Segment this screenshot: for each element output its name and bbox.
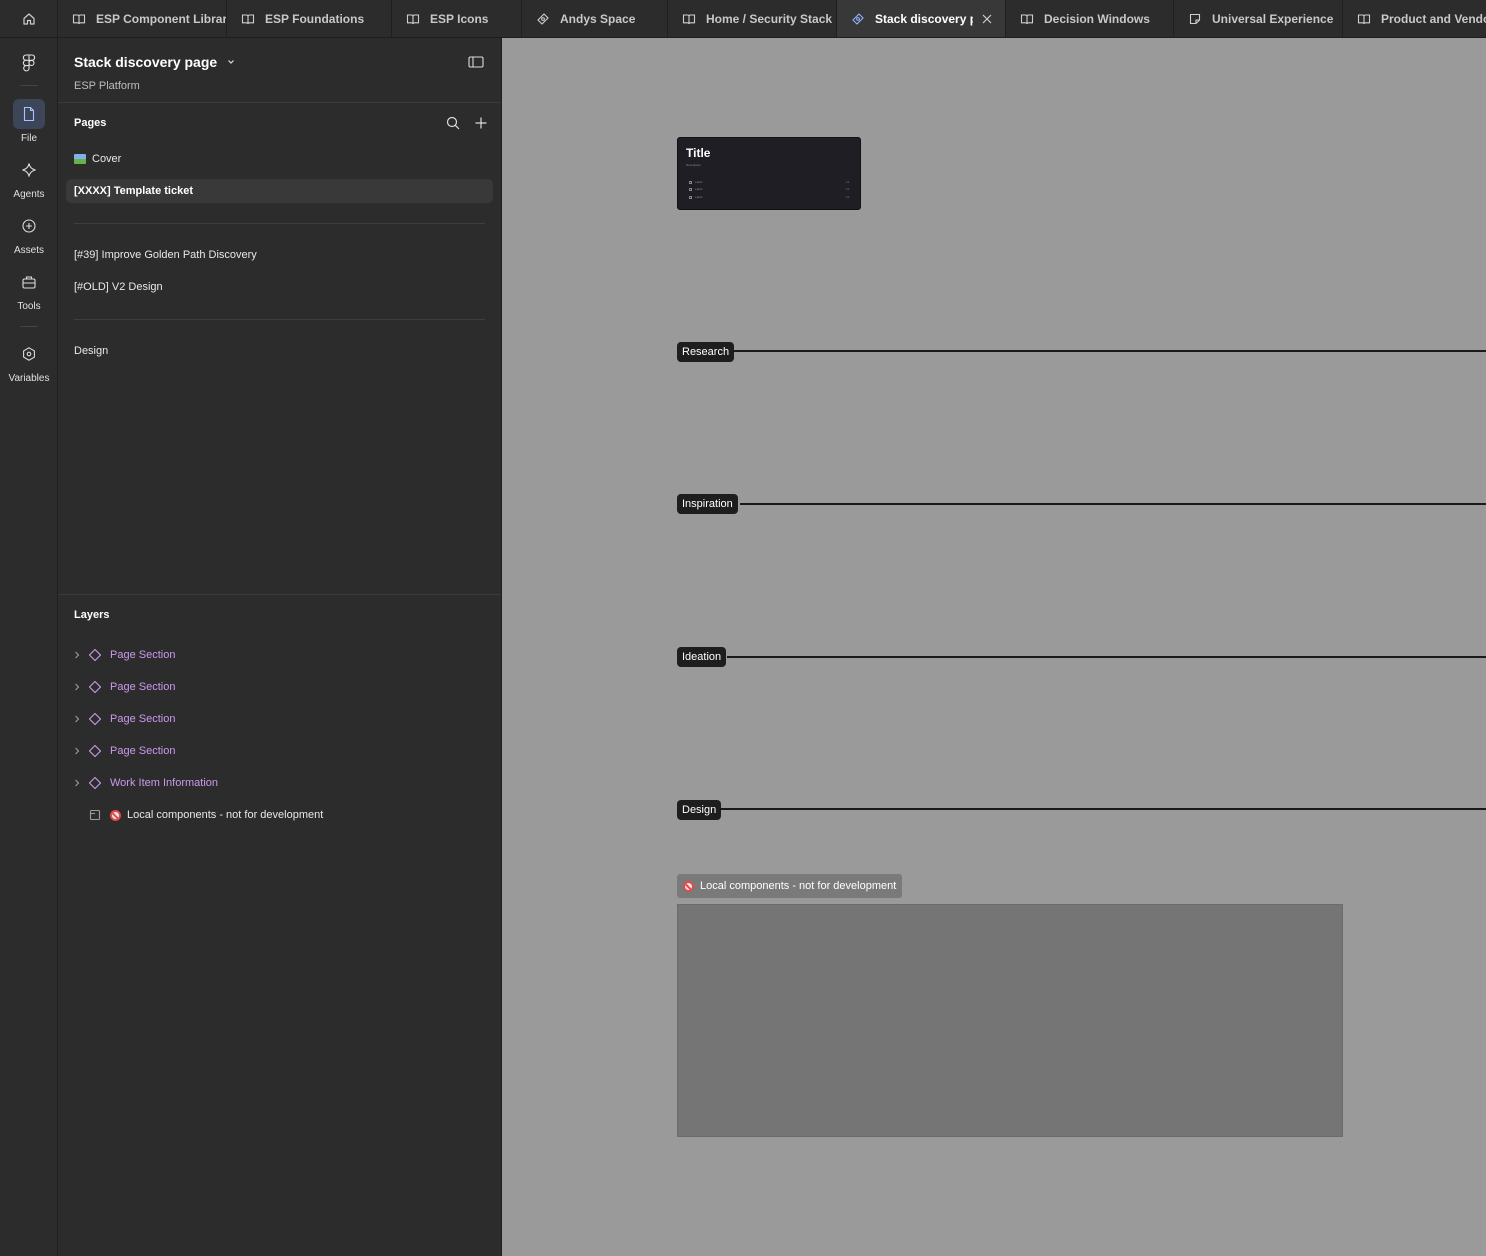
page-item-cover[interactable]: Cover xyxy=(66,147,493,171)
sparkle-icon xyxy=(13,155,45,185)
checkbox-icon xyxy=(689,181,692,184)
chevron-right-icon[interactable] xyxy=(74,747,82,755)
chevron-right-icon[interactable] xyxy=(74,715,82,723)
layer-page-section[interactable]: Page Section xyxy=(74,709,175,729)
checkbox-icon xyxy=(689,188,692,191)
component-instance-icon xyxy=(88,648,102,662)
book-icon xyxy=(1020,12,1034,26)
page-item-template-ticket[interactable]: [XXXX] Template ticket xyxy=(66,179,493,203)
layer-page-section[interactable]: Page Section xyxy=(74,645,175,665)
book-icon xyxy=(406,12,420,26)
assets-icon xyxy=(13,211,45,241)
layer-work-item-information[interactable]: Work Item Information xyxy=(74,773,218,793)
panel-divider xyxy=(58,102,501,103)
rail-agents[interactable]: Agents xyxy=(0,155,58,200)
rail-divider xyxy=(20,85,38,86)
component-instance-icon xyxy=(88,776,102,790)
book-icon xyxy=(682,12,696,26)
tab-esp-foundations[interactable]: ESP Foundations xyxy=(227,0,392,37)
toolbox-icon xyxy=(13,267,45,297)
tab-esp-icons[interactable]: ESP Icons xyxy=(392,0,522,37)
section-divider-line xyxy=(740,503,1486,505)
chevron-right-icon[interactable] xyxy=(74,779,82,787)
layers-heading: Layers xyxy=(74,609,110,621)
section-label-inspiration[interactable]: Inspiration xyxy=(677,494,738,514)
component-instance-icon xyxy=(88,712,102,726)
card-title: Title xyxy=(686,146,711,160)
section-label-design[interactable]: Design xyxy=(677,800,722,820)
file-title[interactable]: Stack discovery page xyxy=(74,54,235,70)
tab-andys-space[interactable]: Andys Space xyxy=(522,0,668,37)
section-divider-line xyxy=(720,808,1486,810)
work-item-card[interactable]: Title Description Label v1 Label v1 Labe… xyxy=(677,137,861,210)
section-label-research[interactable]: Research xyxy=(677,342,735,362)
rail-assets[interactable]: Assets xyxy=(0,211,58,256)
page-item-old-v2-design[interactable]: [#OLD] V2 Design xyxy=(66,275,493,299)
page-item-design[interactable]: Design xyxy=(66,339,493,363)
search-icon[interactable] xyxy=(446,116,460,130)
component-instance-icon xyxy=(88,680,102,694)
add-page-icon[interactable] xyxy=(474,116,488,130)
local-components-section[interactable] xyxy=(677,904,1343,1137)
card-row: Label v1 xyxy=(689,195,849,199)
close-tab-icon[interactable] xyxy=(981,13,993,25)
project-name[interactable]: ESP Platform xyxy=(74,80,140,92)
file-icon xyxy=(13,99,45,129)
chevron-right-icon[interactable] xyxy=(74,683,82,691)
sidebar-toggle-icon[interactable] xyxy=(468,55,484,69)
local-components-label[interactable]: Local components - not for development xyxy=(677,874,903,898)
tab-decision-windows[interactable]: Decision Windows xyxy=(1006,0,1174,37)
no-entry-icon xyxy=(683,880,694,892)
section-label-ideation[interactable]: Ideation xyxy=(677,647,727,667)
home-button[interactable] xyxy=(0,0,58,37)
design-file-icon xyxy=(536,12,550,26)
tab-product-and-vendor[interactable]: Product and Vendor xyxy=(1343,0,1486,37)
section-divider-line xyxy=(733,350,1486,352)
rail-file[interactable]: File xyxy=(0,99,58,144)
panel-divider xyxy=(58,594,501,595)
section-divider-line xyxy=(727,656,1486,658)
chevron-right-icon[interactable] xyxy=(74,651,82,659)
home-icon xyxy=(22,12,35,25)
chevron-down-icon xyxy=(227,59,235,65)
left-rail: File Agents Assets Tools Variables xyxy=(0,38,58,1256)
canvas[interactable]: Title Description Label v1 Label v1 Labe… xyxy=(502,38,1486,1256)
book-icon xyxy=(1357,12,1371,26)
figjam-icon xyxy=(1188,12,1202,26)
card-row: Label v1 xyxy=(689,187,849,191)
book-icon xyxy=(72,12,86,26)
left-panel: Stack discovery page ESP Platform Pages … xyxy=(58,38,502,1256)
no-entry-icon xyxy=(110,809,121,821)
component-instance-icon xyxy=(88,744,102,758)
card-description: Description xyxy=(686,163,702,167)
layer-page-section[interactable]: Page Section xyxy=(74,677,175,697)
checkbox-icon xyxy=(689,196,692,199)
section-icon xyxy=(88,808,102,822)
rail-tools[interactable]: Tools xyxy=(0,267,58,312)
pages-heading: Pages xyxy=(74,117,107,129)
variables-icon xyxy=(13,339,45,369)
tab-universal-experience-library[interactable]: Universal Experience Library xyxy=(1174,0,1343,37)
rail-divider xyxy=(20,326,38,327)
tab-bar: ESP Component Library ESP Foundations ES… xyxy=(0,0,1486,38)
page-item-improve-golden-path[interactable]: [#39] Improve Golden Path Discovery xyxy=(66,243,493,267)
page-divider xyxy=(74,319,485,320)
tab-esp-component-library[interactable]: ESP Component Library xyxy=(58,0,227,37)
book-icon xyxy=(241,12,255,26)
figma-logo-icon[interactable] xyxy=(19,53,39,73)
rail-variables[interactable]: Variables xyxy=(0,339,58,384)
tab-stack-discovery-page[interactable]: Stack discovery page xyxy=(837,0,1006,37)
layer-local-components[interactable]: Local components - not for development xyxy=(74,805,323,825)
tab-home-security-stack[interactable]: Home / Security Stack xyxy=(668,0,837,37)
page-divider xyxy=(74,223,485,224)
landscape-emoji-icon xyxy=(74,154,86,164)
layer-page-section[interactable]: Page Section xyxy=(74,741,175,761)
design-file-icon xyxy=(851,12,865,26)
card-row: Label v1 xyxy=(689,180,849,184)
